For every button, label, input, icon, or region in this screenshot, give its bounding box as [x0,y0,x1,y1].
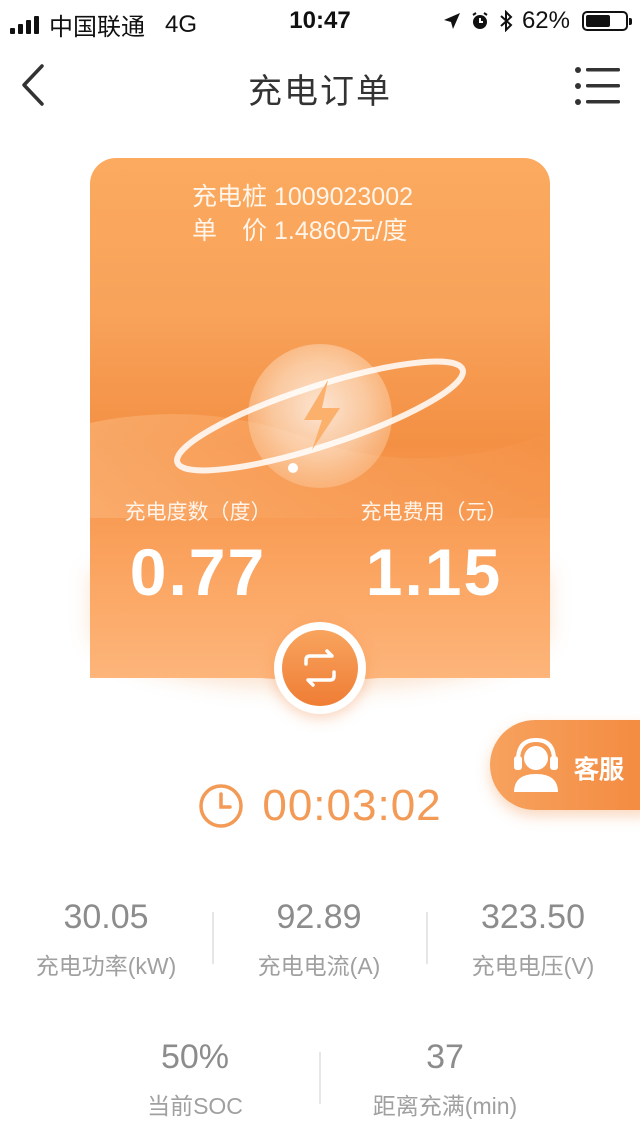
power-stat: 30.05 充电功率(kW) [20,898,192,981]
stat-divider [319,1052,321,1104]
stat-divider [212,912,214,964]
soc-label: 当前SOC [147,1093,243,1119]
energy-label: 充电度数（度） [124,501,272,524]
energy-metric: 充电度数（度） 0.77 [98,496,298,610]
remaining-value: 37 [426,1038,464,1076]
voltage-value: 323.50 [481,898,585,936]
cost-label: 充电费用（元） [360,501,508,524]
location-arrow-icon [443,13,460,29]
current-label: 充电电流(A) [257,953,381,979]
cost-metric: 充电费用（元） 1.15 [334,496,534,610]
refresh-button[interactable] [274,622,366,714]
price-value: 1.4860元/度 [273,217,408,245]
energy-value: 0.77 [129,535,267,609]
charging-card: 充电桩 1009023002 单 价 1.4860元/度 充电度数（度） 0.7… [90,158,550,678]
clock-icon [199,784,244,828]
price-label: 单 价 [192,217,268,245]
soc-value: 50% [160,1038,230,1076]
power-value: 30.05 [63,898,149,936]
voltage-label: 充电电压(V) [471,953,595,979]
pile-info: 充电桩 1009023002 单 价 1.4860元/度 [192,180,413,248]
page-title: 充电订单 [248,73,392,111]
current-value: 92.89 [276,898,362,936]
cost-value: 1.15 [365,535,503,609]
pile-label: 充电桩 [192,183,268,211]
voltage-stat: 323.50 充电电压(V) [446,898,620,981]
pile-id: 1009023002 [273,183,414,211]
stat-divider [426,912,428,964]
alarm-clock-icon [472,12,488,29]
elapsed-time: 00:03:02 [262,781,442,830]
power-label: 充电功率(kW) [35,953,177,979]
battery-icon [582,11,632,31]
refresh-icon [304,649,336,687]
list-menu-icon[interactable] [574,64,622,108]
battery-percent: 62% [521,7,570,34]
status-bar: 中国联通 4G 10:47 62% [0,0,640,41]
remaining-label: 距离充满(min) [372,1093,518,1119]
nav-bar: 充电订单 [0,40,640,132]
remaining-stat: 37 距离充满(min) [350,1038,540,1121]
current-stat: 92.89 充电电流(A) [233,898,405,981]
soc-stat: 50% 当前SOC [110,1038,280,1121]
bluetooth-icon [500,10,513,32]
charging-timer: 00:03:02 [0,776,640,836]
